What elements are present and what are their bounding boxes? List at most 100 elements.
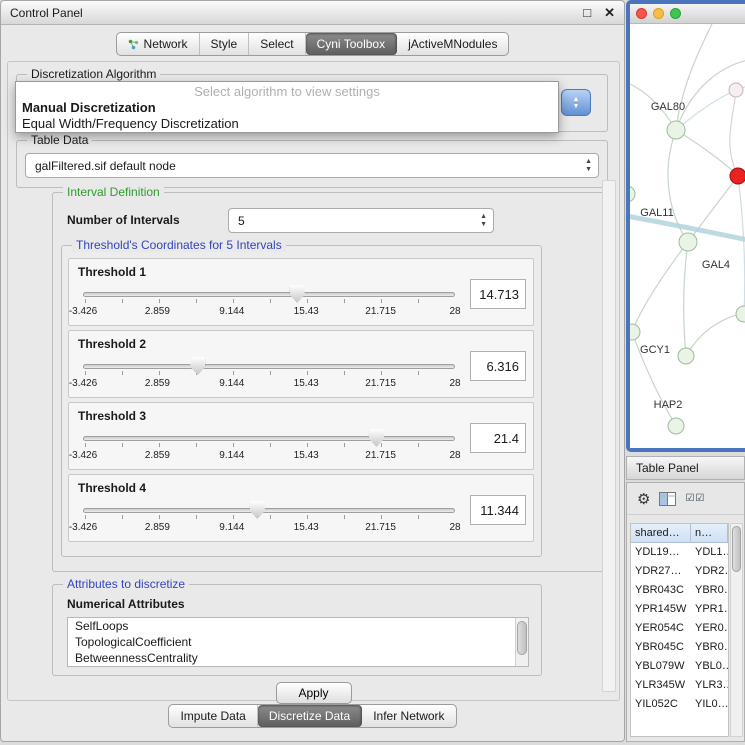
table-cell[interactable]: YPR1… [691, 600, 728, 619]
list-item[interactable]: TopologicalCoefficient [68, 634, 528, 650]
slider-track[interactable] [83, 292, 455, 297]
selection-checkboxes-icon[interactable]: ☑☑ [685, 493, 705, 504]
number-of-intervals-value: 5 [238, 214, 245, 228]
table-cell[interactable]: YER054C [631, 619, 691, 638]
close-traffic-light-icon[interactable] [636, 8, 647, 19]
scrollbar-thumb[interactable] [732, 526, 741, 572]
slider-track[interactable] [83, 364, 455, 369]
table-row[interactable]: YBR043C YBR0… [631, 581, 728, 600]
network-node-gcy1[interactable] [630, 324, 640, 340]
tab-jactivemnodules[interactable]: jActiveMNodules [397, 33, 508, 55]
network-window-titlebar[interactable] [630, 4, 745, 24]
network-node-gal4[interactable] [679, 233, 697, 251]
table-row[interactable]: YLR345W YLR3… [631, 676, 728, 695]
network-graph[interactable]: GAL80 GAL11 GAL4 GCY1 HAP2 [630, 24, 745, 448]
threshold-2-slider[interactable] [83, 355, 455, 377]
list-item[interactable]: BetweennessCentrality [68, 650, 528, 666]
table-cell[interactable]: YBR045C [631, 638, 691, 657]
scale-label: 9.144 [219, 522, 244, 533]
dropdown-option-equal-width-frequency[interactable]: Equal Width/Frequency Discretization [16, 116, 558, 132]
float-window-icon[interactable]: □ [583, 5, 591, 21]
network-node[interactable] [736, 306, 745, 322]
table-row[interactable]: YIL052C YIL0… [631, 695, 728, 714]
network-node[interactable] [678, 348, 694, 364]
table-cell[interactable]: YBR0… [691, 638, 728, 657]
table-data-combobox[interactable]: galFiltered.sif default node ▲ ▼ [25, 153, 599, 178]
threshold-4-value-field[interactable]: 11.344 [470, 495, 526, 525]
network-canvas[interactable]: GAL80 GAL11 GAL4 GCY1 HAP2 [630, 24, 745, 448]
network-node[interactable] [630, 186, 635, 202]
content-scrollbar[interactable] [602, 180, 616, 692]
dropdown-placeholder-option[interactable]: Select algorithm to view settings [16, 82, 558, 100]
combo-up-arrow-icon: ▲ [585, 158, 592, 166]
table-cell[interactable]: YBR043C [631, 581, 691, 600]
network-node[interactable] [729, 83, 743, 97]
node-attribute-table[interactable]: shared… n… YDL19… YDL1… YDR27… YDR2… YBR… [630, 523, 729, 737]
threshold-1-slider[interactable] [83, 283, 455, 305]
table-toolbar: ⚙ ☑☑ [627, 483, 744, 515]
table-cell[interactable]: YIL052C [631, 695, 691, 714]
network-node-hap2[interactable] [668, 418, 684, 434]
network-node-gal80[interactable] [667, 121, 685, 139]
table-cell[interactable]: YDR2… [691, 562, 728, 581]
threshold-2-card: Threshold 2 -3.426 2.859 9.144 15.43 21.… [68, 330, 534, 398]
table-panel-header[interactable]: Table Panel [626, 456, 745, 480]
column-header-shared-name[interactable]: shared… [631, 524, 691, 542]
table-row[interactable]: YDL19… YDL1… [631, 543, 728, 562]
gear-icon[interactable]: ⚙ [637, 490, 650, 508]
number-of-intervals-combobox[interactable]: 5 ▲ ▼ [228, 208, 494, 233]
threshold-3-slider[interactable] [83, 427, 455, 449]
minimize-traffic-light-icon[interactable] [653, 8, 664, 19]
table-cell[interactable]: YLR3… [691, 676, 728, 695]
table-cell[interactable]: YBL079W [631, 657, 691, 676]
threshold-4-slider[interactable] [83, 499, 455, 521]
column-header-name[interactable]: n… [691, 524, 728, 542]
threshold-1-value-field[interactable]: 14.713 [470, 279, 526, 309]
selected-network-node[interactable] [730, 168, 745, 184]
table-row[interactable]: YBL079W YBL0… [631, 657, 728, 676]
table-cell[interactable]: YPR145W [631, 600, 691, 619]
thresholds-group: Threshold's Coordinates for 5 Intervals … [61, 245, 542, 557]
tab-impute-data[interactable]: Impute Data [169, 705, 257, 727]
numerical-attributes-list[interactable]: SelfLoops TopologicalCoefficient Between… [67, 617, 529, 667]
algorithm-combobox-stepper[interactable]: ▲ ▼ [561, 89, 591, 116]
tab-infer-network[interactable]: Infer Network [362, 705, 455, 727]
columns-icon[interactable] [659, 492, 676, 506]
table-scrollbar[interactable] [730, 523, 743, 737]
table-row[interactable]: YPR145W YPR1… [631, 600, 728, 619]
scrollbar-thumb[interactable] [517, 621, 527, 655]
zoom-traffic-light-icon[interactable] [670, 8, 681, 19]
threshold-3-value-field[interactable]: 21.4 [470, 423, 526, 453]
scale-label: 2.859 [145, 450, 170, 461]
list-scrollbar[interactable] [515, 618, 528, 666]
apply-button[interactable]: Apply [275, 682, 351, 704]
table-row[interactable]: YER054C YER0… [631, 619, 728, 638]
slider-track[interactable] [83, 436, 455, 441]
tab-select[interactable]: Select [249, 33, 305, 55]
table-row[interactable]: YDR27… YDR2… [631, 562, 728, 581]
table-cell[interactable]: YDR27… [631, 562, 691, 581]
combobox-stepper-icon[interactable]: ▲ ▼ [585, 158, 592, 174]
dropdown-option-manual-discretization[interactable]: Manual Discretization [16, 100, 558, 116]
table-cell[interactable]: YLR345W [631, 676, 691, 695]
tab-network[interactable]: Network [117, 33, 200, 55]
table-cell[interactable]: YIL0… [691, 695, 728, 714]
tab-style[interactable]: Style [200, 33, 250, 55]
table-row[interactable]: YBR045C YBR0… [631, 638, 728, 657]
numerical-attributes-label: Numerical Attributes [67, 597, 185, 611]
table-cell[interactable]: YBR0… [691, 581, 728, 600]
tab-discretize-data[interactable]: Discretize Data [258, 705, 362, 727]
threshold-2-value-field[interactable]: 6.316 [470, 351, 526, 381]
network-view-frame: GAL80 GAL11 GAL4 GCY1 HAP2 [630, 4, 745, 448]
close-window-icon[interactable]: ✕ [604, 5, 615, 21]
tab-cyni-toolbox[interactable]: Cyni Toolbox [306, 33, 397, 55]
control-panel-titlebar[interactable]: Control Panel □ ✕ [1, 1, 624, 25]
table-cell[interactable]: YER0… [691, 619, 728, 638]
network-tab-icon [128, 39, 139, 50]
table-cell[interactable]: YDL19… [631, 543, 691, 562]
slider-track[interactable] [83, 508, 455, 513]
table-cell[interactable]: YBL0… [691, 657, 728, 676]
table-cell[interactable]: YDL1… [691, 543, 728, 562]
combobox-stepper-icon[interactable]: ▲ ▼ [480, 213, 487, 229]
list-item[interactable]: SelfLoops [68, 618, 528, 634]
